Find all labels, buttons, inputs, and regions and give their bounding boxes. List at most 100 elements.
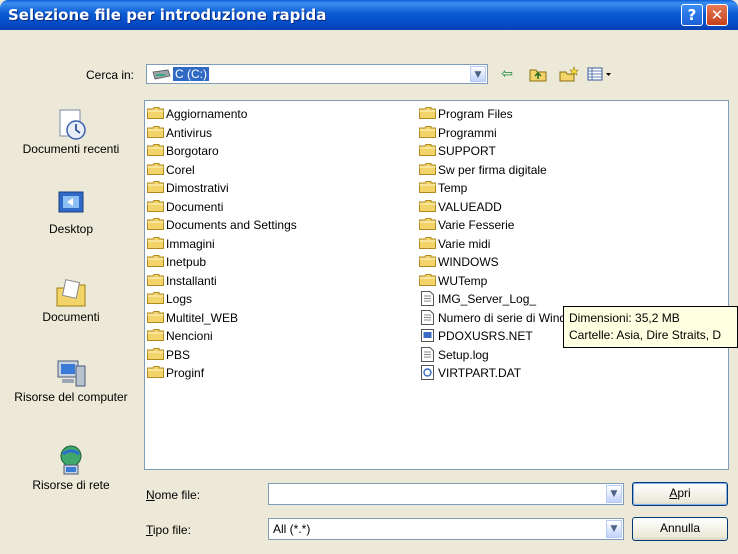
filename-input[interactable]: ▼: [268, 483, 624, 505]
filetype-select[interactable]: All (*.*) ▼: [268, 518, 624, 540]
text-file-icon: [421, 346, 434, 362]
place-desktop-label: Desktop: [48, 222, 94, 236]
file-name: Immagini: [166, 236, 215, 251]
folder-icon: [147, 347, 164, 360]
file-list-item[interactable]: Temp: [419, 179, 467, 197]
file-name: Installanti: [166, 273, 217, 288]
chevron-down-icon[interactable]: ▼: [470, 66, 486, 82]
file-name: Nencioni: [166, 329, 213, 343]
folder-icon: [147, 125, 164, 138]
folder-icon: [419, 255, 436, 267]
new-folder-icon[interactable]: [558, 66, 580, 84]
file-list-item[interactable]: VIRTPART.DAT: [419, 364, 521, 382]
file-name: Multitel_WEB: [166, 310, 239, 325]
file-dialog: Selezione file per introduzione rapida ?…: [0, 0, 738, 554]
file-name: IMG_Server_Log_: [438, 292, 537, 306]
folder-icon: [147, 273, 164, 286]
file-name: Dimostrativi: [166, 181, 229, 195]
file-list-item[interactable]: Proginf: [147, 364, 204, 382]
folder-icon: [147, 329, 164, 341]
network-file-icon: [421, 329, 434, 342]
chevron-down-icon[interactable]: ▼: [606, 520, 622, 538]
data-file-icon: [421, 365, 434, 380]
file-name: VIRTPART.DAT: [438, 366, 522, 380]
back-icon[interactable]: ⇦: [496, 66, 518, 84]
file-list-item[interactable]: Sw per firma digitale: [419, 161, 547, 179]
file-name: Inetpub: [166, 255, 207, 269]
file-list-item[interactable]: Nencioni: [147, 327, 213, 345]
file-list-item[interactable]: IMG_Server_Log_: [419, 290, 536, 308]
file-name: Logs: [166, 292, 193, 306]
my-documents-icon: [56, 279, 86, 307]
place-computer-label: Risorse del computer: [14, 390, 128, 404]
folder-icon: [419, 181, 436, 193]
file-name: Antivirus: [166, 125, 213, 140]
file-name: Borgotaro: [166, 144, 219, 158]
folder-icon: [147, 107, 164, 119]
up-folder-icon[interactable]: [527, 66, 549, 84]
recent-documents-icon: [59, 109, 86, 140]
desktop-icon: [58, 191, 84, 213]
close-button[interactable]: ✕: [706, 4, 728, 26]
file-list-item[interactable]: Programmi: [419, 124, 497, 142]
lookin-value: C (C:): [173, 67, 209, 81]
file-list-item[interactable]: Borgotaro: [147, 142, 219, 160]
place-network[interactable]: Risorse di rete: [6, 444, 136, 492]
window-title: Selezione file per introduzione rapida: [8, 6, 327, 24]
folder-icon: [419, 199, 436, 212]
file-list-item[interactable]: WUTemp: [419, 272, 487, 290]
place-documents[interactable]: Documenti: [6, 276, 136, 324]
place-recent[interactable]: Documenti recenti: [6, 108, 136, 156]
file-list-item[interactable]: Varie midi: [419, 235, 490, 253]
file-list-item[interactable]: Logs: [147, 290, 192, 308]
file-list-item[interactable]: Inetpub: [147, 253, 206, 271]
file-name: Corel: [166, 162, 195, 177]
file-list-item[interactable]: Dimostrativi: [147, 179, 229, 197]
place-desktop[interactable]: Desktop: [6, 188, 136, 236]
folder-icon: [147, 236, 164, 249]
title-bar[interactable]: Selezione file per introduzione rapida ?…: [0, 0, 738, 30]
folder-icon: [147, 310, 164, 323]
file-list-item[interactable]: Program Files: [419, 105, 513, 123]
file-name: Varie midi: [438, 236, 491, 251]
file-list-item[interactable]: Documenti: [147, 198, 223, 216]
folder-icon: [147, 199, 164, 212]
folder-icon: [419, 107, 436, 119]
lookin-label: Cerca in:: [86, 68, 135, 82]
chevron-down-icon[interactable]: ▼: [606, 485, 622, 503]
file-list-item[interactable]: Antivirus: [147, 124, 212, 142]
help-button[interactable]: ?: [681, 4, 703, 26]
filetype-label: Tipo file:: [146, 523, 191, 537]
open-button[interactable]: Apri: [632, 482, 728, 506]
view-menu-icon[interactable]: [586, 66, 616, 84]
file-list[interactable]: Aggiornamento Antivirus Borgotaro Corel Dimo…: [144, 100, 729, 470]
file-list-item[interactable]: PDOXUSRS.NET: [419, 327, 533, 345]
drive-icon: [152, 69, 171, 80]
file-list-item[interactable]: Varie Fesserie: [419, 216, 514, 234]
file-list-item[interactable]: VALUEADD: [419, 198, 502, 216]
file-name: Sw per firma digitale: [438, 162, 547, 177]
file-list-item[interactable]: Multitel_WEB: [147, 309, 238, 327]
file-list-item[interactable]: SUPPORT: [419, 142, 496, 160]
file-list-item[interactable]: PBS: [147, 346, 190, 364]
place-network-label: Risorse di rete: [32, 478, 110, 492]
lookin-combo[interactable]: C (C:) ▼: [146, 64, 488, 84]
file-list-item[interactable]: Immagini: [147, 235, 215, 253]
file-name: Proginf: [166, 366, 205, 380]
file-list-item[interactable]: Installanti: [147, 272, 217, 290]
file-name: Aggiornamento: [166, 107, 248, 121]
my-computer-icon: [57, 360, 86, 387]
file-list-item[interactable]: Setup.log: [419, 346, 489, 364]
folder-icon: [419, 236, 436, 249]
folder-icon: [419, 273, 436, 286]
file-list-item[interactable]: Corel: [147, 161, 195, 179]
place-computer[interactable]: Risorse del computer: [6, 356, 136, 404]
cancel-button[interactable]: Annulla: [632, 517, 728, 541]
file-list-item[interactable]: Documents and Settings: [147, 216, 297, 234]
file-list-item[interactable]: Aggiornamento: [147, 105, 247, 123]
file-list-item[interactable]: WINDOWS: [419, 253, 499, 271]
text-file-icon: [421, 309, 434, 325]
folder-icon: [419, 144, 436, 156]
filetype-value: All (*.*): [273, 522, 311, 536]
file-name: WUTemp: [438, 273, 488, 288]
